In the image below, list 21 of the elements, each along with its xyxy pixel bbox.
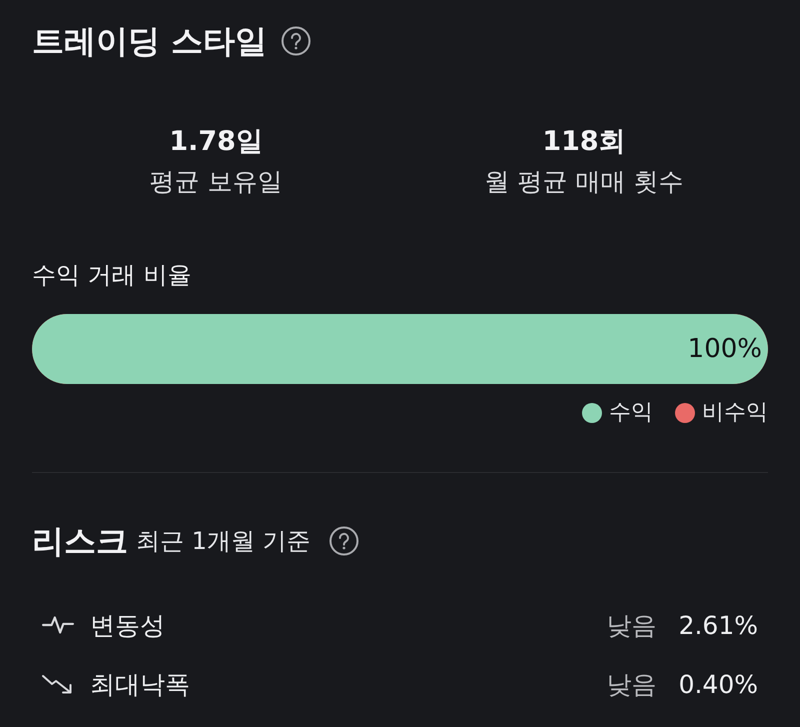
- section-title: 리스크: [32, 521, 128, 562]
- metric-grade: 낮음: [606, 610, 657, 642]
- metric-value: 0.40%: [678, 670, 758, 698]
- ratio-percent: 100%: [688, 334, 763, 364]
- section-subtitle: 최근 1개월 기준: [136, 526, 311, 557]
- legend-label: 수익: [609, 399, 653, 427]
- legend-label: 비수익: [702, 399, 768, 427]
- metric-value: 2.61%: [678, 610, 758, 640]
- metric-grade: 낮음: [606, 668, 657, 700]
- section-title: 트레이딩 스타일: [32, 21, 268, 62]
- help-icon[interactable]: [281, 26, 312, 56]
- stat-label: 월 평균 매매 횟수: [484, 166, 684, 198]
- trend-down-icon: [42, 673, 74, 695]
- ratio-label: 수익 거래 비율: [32, 260, 192, 291]
- stat-value: 1.78일: [169, 125, 263, 159]
- pulse-icon: [42, 614, 74, 636]
- help-icon[interactable]: [328, 526, 359, 556]
- stat-label: 평균 보유일: [150, 166, 282, 198]
- metric-label: 변동성: [90, 610, 165, 642]
- metric-label: 최대낙폭: [90, 668, 190, 700]
- stat-value: 118회: [542, 125, 626, 159]
